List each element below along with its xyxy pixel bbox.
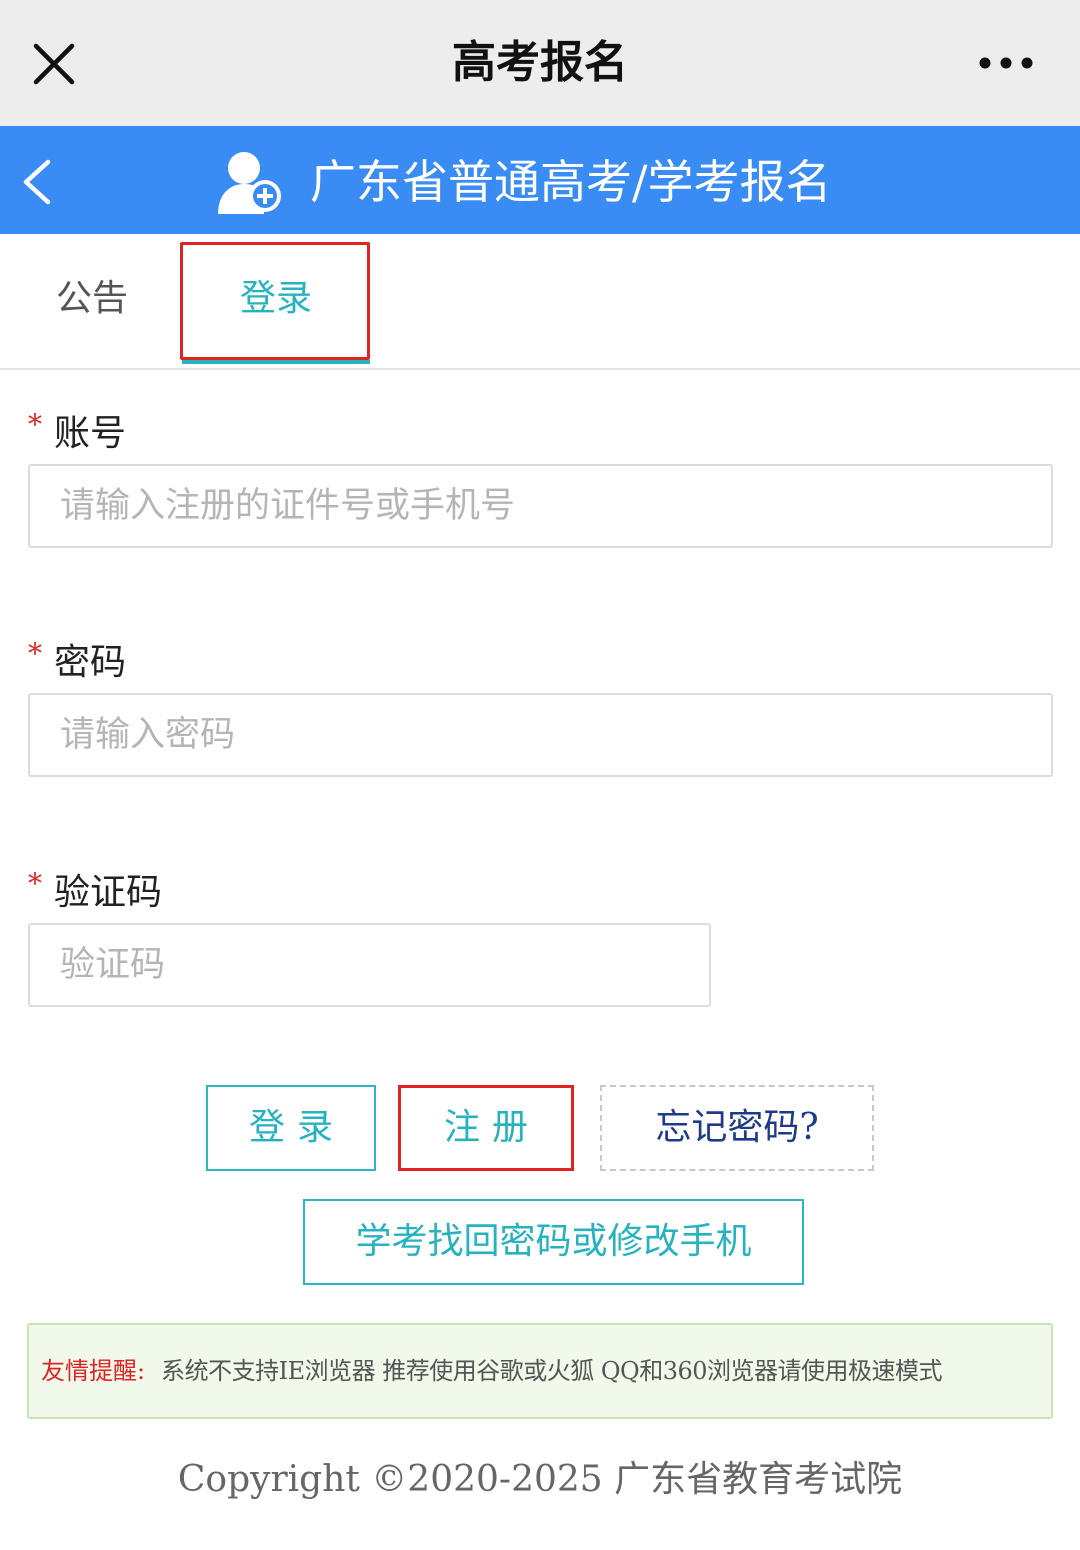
more-dots-icon[interactable] bbox=[978, 56, 1034, 70]
tab-notice[interactable]: 公告 bbox=[56, 234, 128, 368]
top-bar: 高考报名 bbox=[0, 0, 1080, 126]
captcha-label-text: 验证码 bbox=[54, 872, 163, 913]
notice-label: 友情提醒: bbox=[41, 1357, 146, 1385]
tab-bar: 公告 登录 bbox=[0, 234, 1080, 370]
user-add-icon bbox=[218, 152, 281, 214]
register-button[interactable]: 注册 bbox=[398, 1085, 574, 1171]
page-title: 高考报名 bbox=[452, 37, 628, 88]
header-title: 广东省普通高考/学考报名 bbox=[310, 155, 832, 209]
login-button[interactable]: 登录 bbox=[206, 1085, 376, 1171]
tab-highlight-box bbox=[180, 242, 370, 360]
required-mark: * bbox=[28, 867, 42, 900]
recover-password-button[interactable]: 学考找回密码或修改手机 bbox=[303, 1199, 804, 1285]
account-input[interactable] bbox=[28, 464, 1053, 548]
copyright-text: Copyright ©2020-2025 广东省教育考试院 bbox=[177, 1459, 903, 1500]
password-label-text: 密码 bbox=[54, 642, 127, 683]
active-tab-indicator bbox=[182, 360, 370, 364]
account-label: * 账号 bbox=[28, 404, 126, 456]
captcha-label: * 验证码 bbox=[28, 863, 162, 915]
account-label-text: 账号 bbox=[54, 413, 127, 454]
captcha-input[interactable] bbox=[28, 923, 711, 1007]
required-mark: * bbox=[28, 408, 42, 441]
notice-text: 系统不支持IE浏览器 推荐使用谷歌或火狐 QQ和360浏览器请使用极速模式 bbox=[161, 1357, 943, 1385]
required-mark: * bbox=[28, 637, 42, 670]
password-label: * 密码 bbox=[28, 633, 126, 685]
notice-box: 友情提醒: 系统不支持IE浏览器 推荐使用谷歌或火狐 QQ和360浏览器请使用极速… bbox=[27, 1323, 1053, 1419]
app-header: 广东省普通高考/学考报名 bbox=[0, 126, 1080, 234]
password-input[interactable] bbox=[28, 693, 1053, 777]
chevron-left-icon[interactable] bbox=[18, 156, 58, 208]
forgot-password-button[interactable]: 忘记密码? bbox=[600, 1085, 874, 1171]
